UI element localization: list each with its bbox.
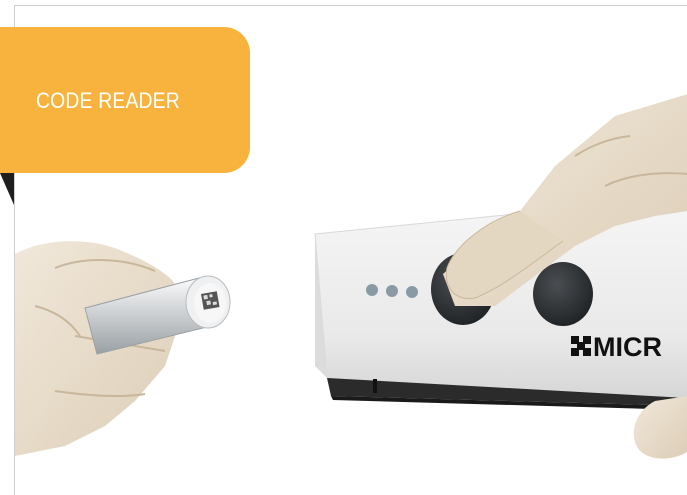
device-brand-text: MICR	[593, 332, 662, 362]
section-label-text: CODE READER	[36, 88, 180, 113]
datamatrix-code-icon	[201, 291, 220, 310]
tab-fold-shadow	[0, 173, 14, 205]
